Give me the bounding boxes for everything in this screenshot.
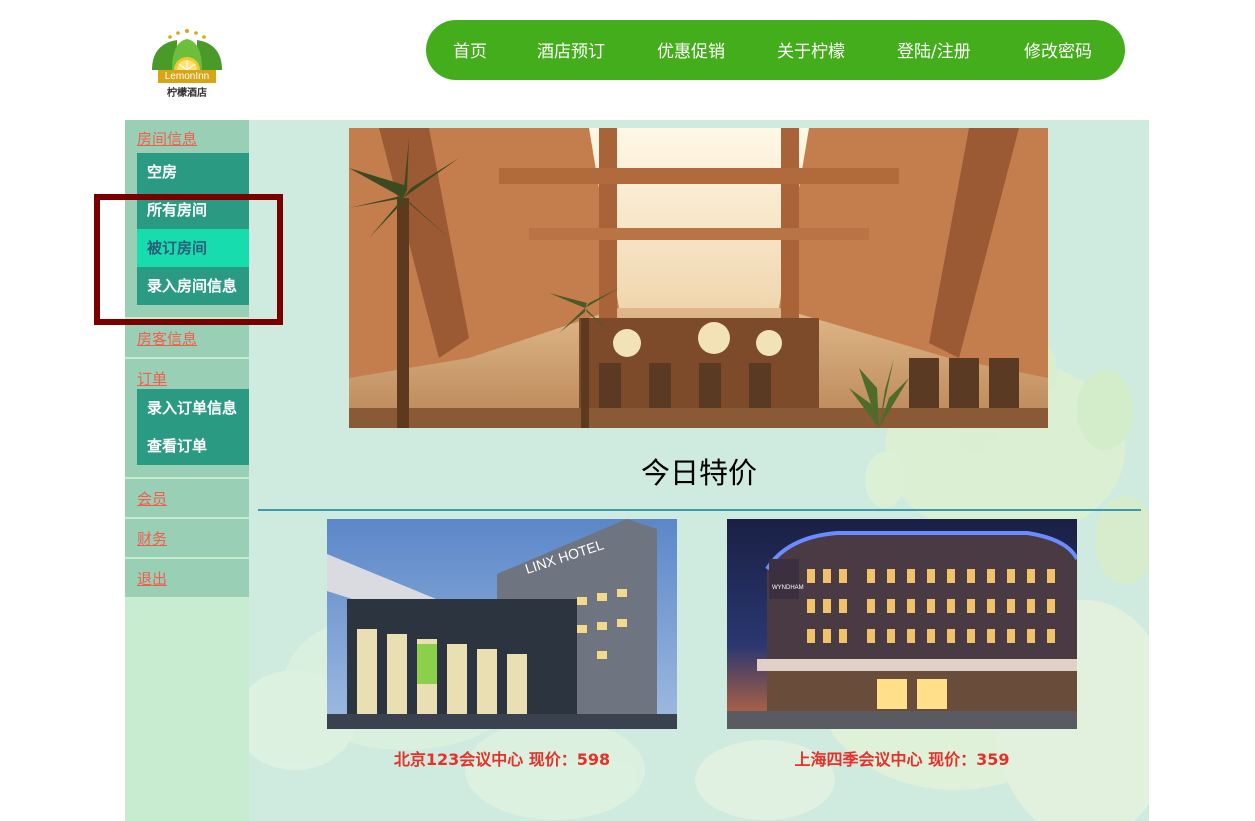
sidebar-item-enter-order[interactable]: 录入订单信息 <box>137 389 249 427</box>
sidebar-section-orders: 订单 录入订单信息 查看订单 <box>125 359 249 479</box>
sidebar-item-enter-room-info[interactable]: 录入房间信息 <box>137 267 249 305</box>
hotel-caption-shanghai[interactable]: 上海四季会议中心 现价：359 <box>727 746 1077 770</box>
hotel-logo[interactable]: LemonInn 柠檬酒店 <box>146 26 228 100</box>
hotel-image-beijing[interactable]: LINX HOTEL <box>327 519 677 729</box>
nav-home[interactable]: 首页 <box>453 41 487 63</box>
sidebar-item-vacant-rooms[interactable]: 空房 <box>137 153 249 191</box>
sidebar-head-members[interactable]: 会员 <box>125 479 249 517</box>
todays-special-title: 今日特价 <box>640 456 757 490</box>
sidebar-section-room-info: 房间信息 空房 所有房间 被订房间 录入房间信息 <box>125 120 249 319</box>
room-info-submenu: 空房 所有房间 被订房间 录入房间信息 <box>137 153 249 305</box>
hotel-lobby-image <box>349 128 1048 428</box>
orders-submenu: 录入订单信息 查看订单 <box>137 389 249 465</box>
sidebar-section-guest-info: 房客信息 <box>125 319 249 359</box>
sidebar-section-logout: 退出 <box>125 559 249 599</box>
sidebar-head-room-info[interactable]: 房间信息 <box>125 120 249 153</box>
section-divider <box>258 509 1141 511</box>
hotel-image-shanghai[interactable]: WYNDHAM <box>727 519 1077 729</box>
logo-cn-text: 柠檬酒店 <box>167 88 207 99</box>
sidebar-item-view-orders[interactable]: 查看订单 <box>137 427 249 465</box>
main-frame: 房间信息 空房 所有房间 被订房间 录入房间信息 房客信息 订单 录入订单信息 … <box>125 120 1149 821</box>
page: LemonInn 柠檬酒店 首页 酒店预订 优惠促销 关于柠檬 登陆/注册 修改… <box>0 0 1255 821</box>
sidebar-section-members: 会员 <box>125 479 249 519</box>
wyndham-sign: WYNDHAM <box>772 585 804 591</box>
sidebar-head-orders[interactable]: 订单 <box>125 359 249 389</box>
sidebar-head-logout[interactable]: 退出 <box>125 559 249 597</box>
hotel-caption-beijing[interactable]: 北京123会议中心 现价：598 <box>327 746 677 770</box>
nav-about-lemon[interactable]: 关于柠檬 <box>777 41 845 63</box>
logo-brand-text: LemonInn <box>158 70 216 83</box>
nav-promotions[interactable]: 优惠促销 <box>657 41 725 63</box>
sidebar-head-guest-info[interactable]: 房客信息 <box>125 319 249 357</box>
nav-login-register[interactable]: 登陆/注册 <box>897 41 971 63</box>
nav-change-password[interactable]: 修改密码 <box>1024 41 1092 63</box>
sidebar: 房间信息 空房 所有房间 被订房间 录入房间信息 房客信息 订单 录入订单信息 … <box>125 120 249 821</box>
sidebar-item-booked-rooms[interactable]: 被订房间 <box>137 229 249 267</box>
sidebar-item-all-rooms[interactable]: 所有房间 <box>137 191 249 229</box>
sidebar-head-finance[interactable]: 财务 <box>125 519 249 557</box>
sidebar-section-finance: 财务 <box>125 519 249 559</box>
nav-hotel-booking[interactable]: 酒店预订 <box>537 41 605 63</box>
top-nav: 首页 酒店预订 优惠促销 关于柠檬 登陆/注册 修改密码 <box>426 20 1125 80</box>
